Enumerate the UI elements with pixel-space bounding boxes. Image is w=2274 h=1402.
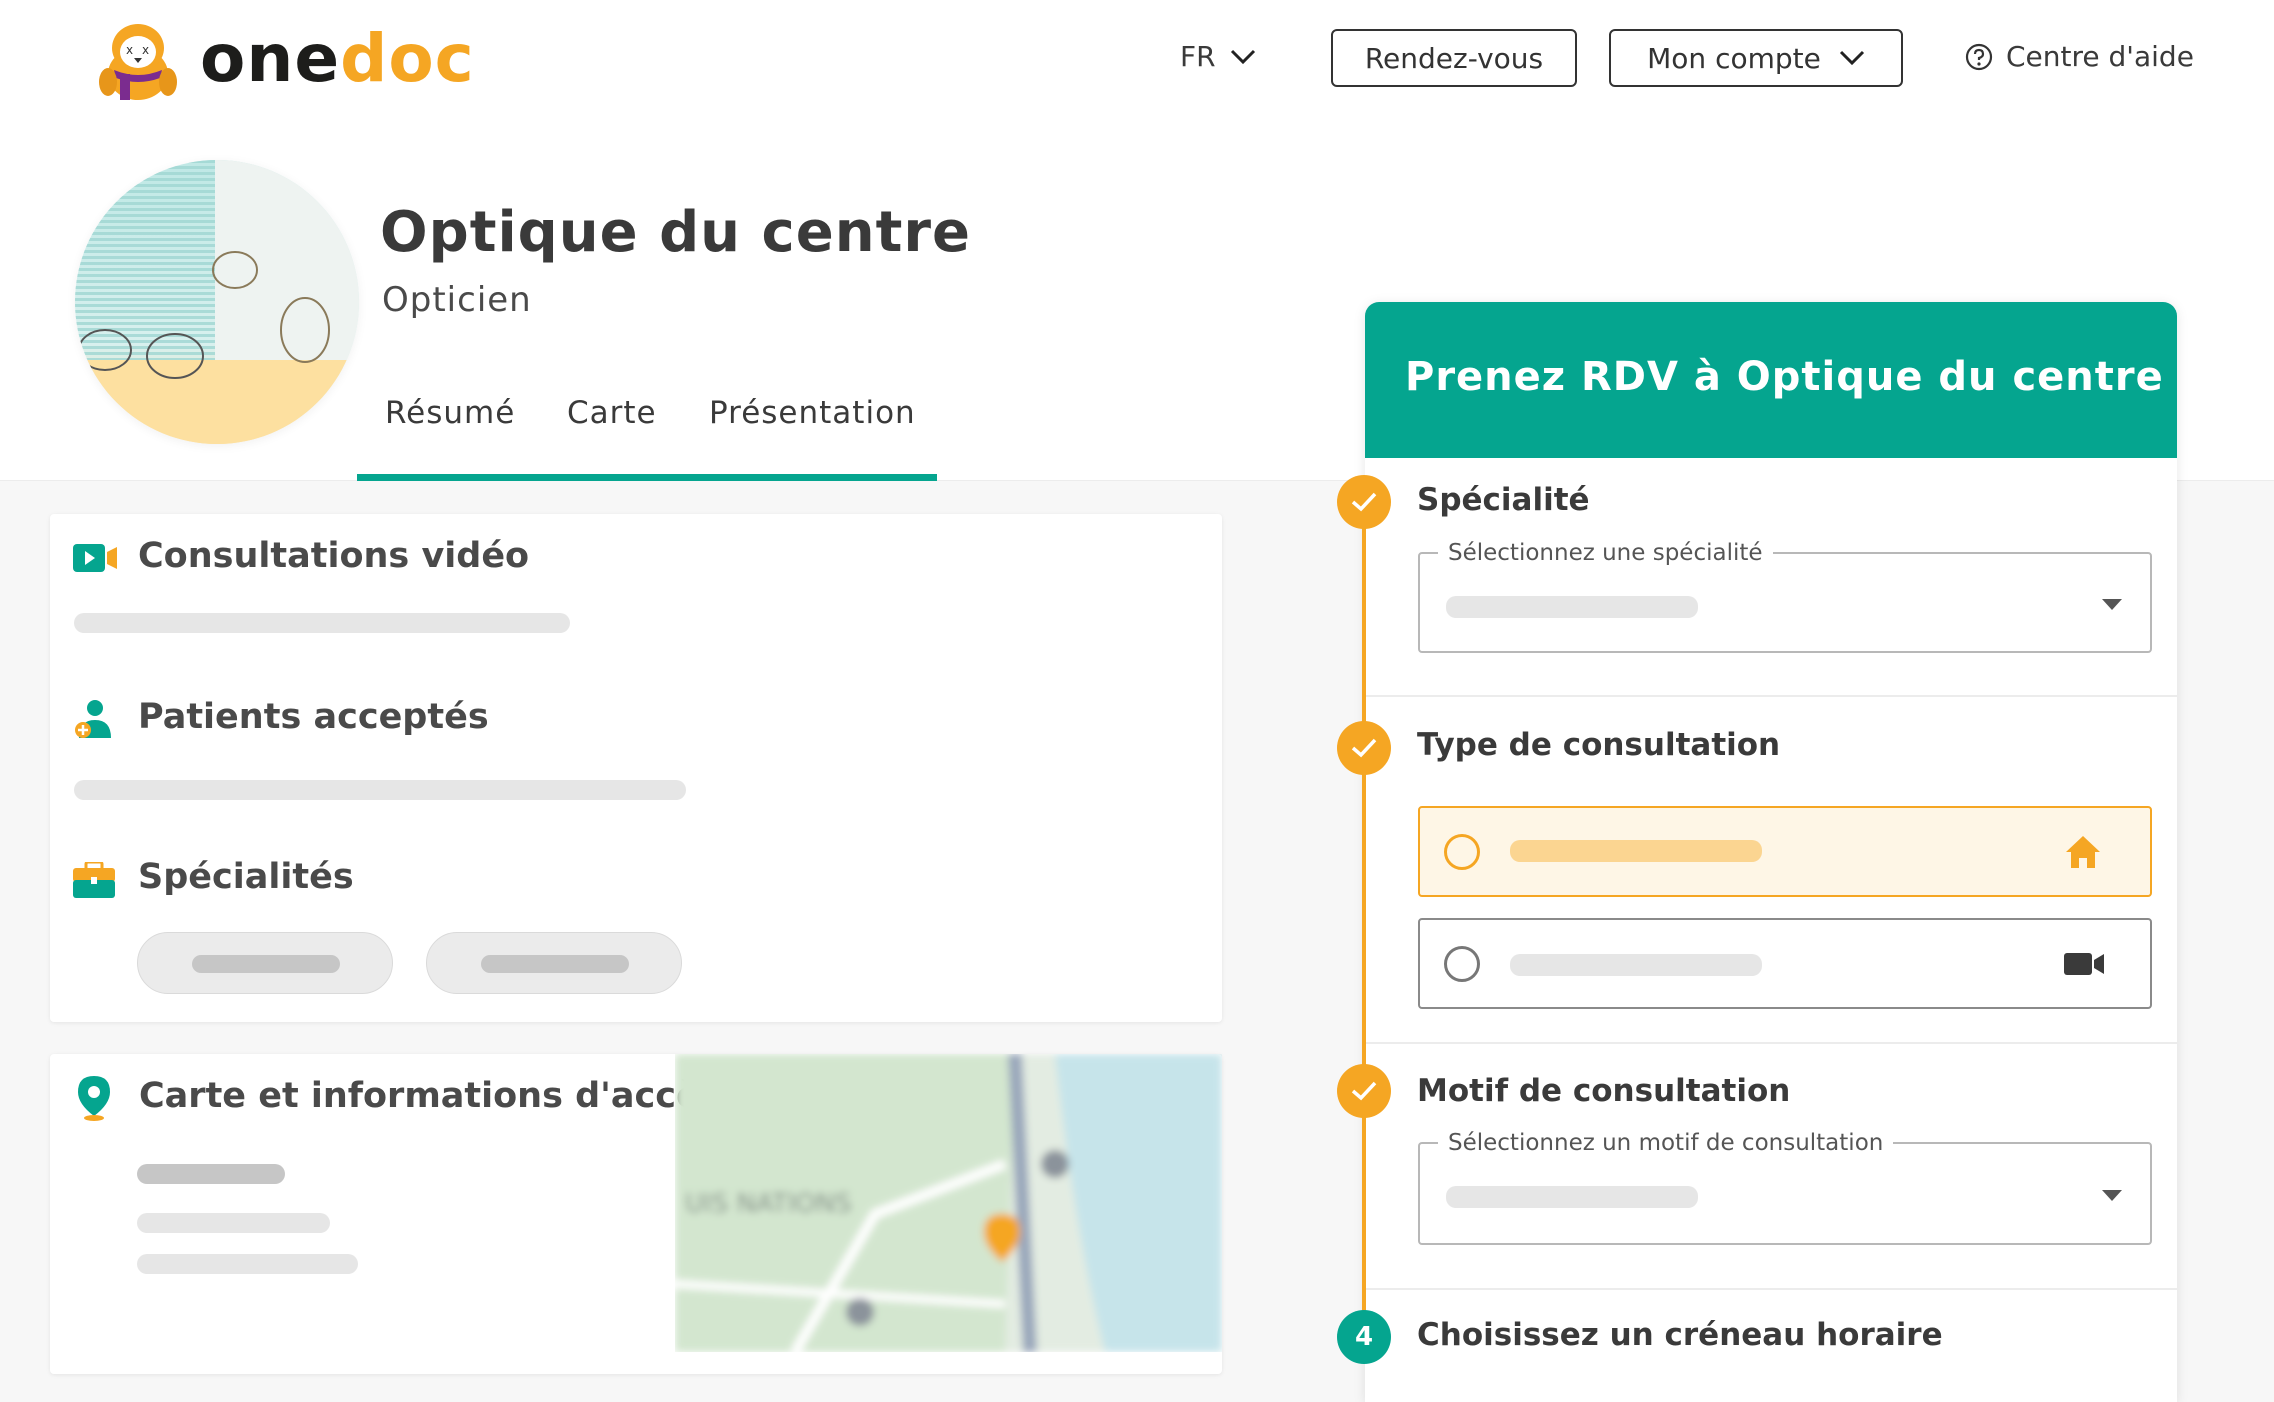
help-circle-icon xyxy=(1965,43,1993,70)
briefcase-icon xyxy=(73,860,115,902)
brand-part-one: one xyxy=(200,20,341,97)
svg-text:x: x xyxy=(142,43,149,57)
check-icon xyxy=(1351,492,1377,512)
brand-part-doc: doc xyxy=(340,20,475,97)
chevron-down-icon xyxy=(1230,49,1255,64)
check-icon xyxy=(1351,1081,1377,1101)
tab-map[interactable]: Carte xyxy=(567,395,657,431)
chevron-down-icon xyxy=(1839,50,1864,66)
page-title: Optique du centre xyxy=(380,200,971,265)
consultation-type-video[interactable] xyxy=(1418,918,2152,1009)
patient-icon xyxy=(73,698,113,744)
address-placeholder-bar xyxy=(137,1213,330,1233)
step1-title: Spécialité xyxy=(1417,482,1590,518)
option-placeholder-bar xyxy=(1510,840,1762,862)
svg-text:UIS NATIONS: UIS NATIONS xyxy=(685,1189,852,1219)
step4-number: 4 xyxy=(1337,1310,1391,1364)
video-camera-icon xyxy=(73,542,117,578)
penguin-mascot-icon: x x xyxy=(99,24,177,100)
specialty-chip[interactable] xyxy=(137,932,393,994)
step3-title: Motif de consultation xyxy=(1417,1073,1791,1109)
select-placeholder-bar xyxy=(1446,1186,1698,1208)
tab-active-indicator xyxy=(357,474,937,481)
video-camera-icon xyxy=(2064,953,2104,975)
language-label: FR xyxy=(1180,40,1216,73)
in-person-radio[interactable] xyxy=(1444,834,1480,870)
step-separator xyxy=(1365,1042,2177,1044)
select-placeholder-bar xyxy=(1446,596,1698,618)
account-button[interactable]: Mon compte xyxy=(1609,29,1903,87)
accepted-patients-title: Patients acceptés xyxy=(138,697,489,737)
consultation-reason-select[interactable]: Sélectionnez un motif de consultation xyxy=(1418,1130,2152,1245)
step3-check xyxy=(1337,1064,1391,1118)
dropdown-arrow-icon xyxy=(2102,1190,2122,1201)
step1-check xyxy=(1337,475,1391,529)
home-icon xyxy=(2066,836,2100,868)
specialty-chip[interactable] xyxy=(426,932,682,994)
steps-progress-line xyxy=(1362,490,1366,1360)
step-separator xyxy=(1365,695,2177,697)
consultation-type-in-person[interactable] xyxy=(1418,806,2152,897)
specialty-select[interactable]: Sélectionnez une spécialité xyxy=(1418,540,2152,653)
profile-category: Opticien xyxy=(382,280,532,320)
address-placeholder-bar xyxy=(137,1164,285,1184)
profile-avatar xyxy=(75,160,359,444)
patients-placeholder-bar xyxy=(74,780,686,800)
brand-wordmark: onedoc xyxy=(200,19,475,99)
booking-panel-title: Prenez RDV à Optique du centre xyxy=(1405,354,2164,400)
brand-logo[interactable]: x x onedoc xyxy=(90,14,474,104)
booking-panel-header: Prenez RDV à Optique du centre xyxy=(1365,302,2177,458)
step2-title: Type de consultation xyxy=(1417,727,1781,763)
language-selector[interactable]: FR xyxy=(1180,40,1256,73)
video-radio[interactable] xyxy=(1444,946,1480,982)
help-center-label: Centre d'aide xyxy=(2006,40,2194,73)
specialty-select-label: Sélectionnez une spécialité xyxy=(1438,540,1773,566)
step4-title: Choisissez un créneau horaire xyxy=(1417,1317,1943,1353)
check-icon xyxy=(1351,738,1377,758)
consultation-reason-select-label: Sélectionnez un motif de consultation xyxy=(1438,1130,1894,1156)
video-placeholder-bar xyxy=(74,613,570,633)
step-separator xyxy=(1365,1288,2177,1290)
help-center-link[interactable]: Centre d'aide xyxy=(1964,40,2194,73)
account-button-label: Mon compte xyxy=(1647,41,1821,75)
tab-summary[interactable]: Résumé xyxy=(385,395,515,431)
tab-presentation[interactable]: Présentation xyxy=(709,395,916,431)
address-placeholder-bar xyxy=(137,1254,358,1274)
video-consultations-title: Consultations vidéo xyxy=(138,536,530,576)
dropdown-arrow-icon xyxy=(2102,599,2122,610)
specialties-title: Spécialités xyxy=(138,857,354,897)
svg-text:x: x xyxy=(126,43,133,57)
map-pin-icon xyxy=(76,1076,112,1126)
map-preview[interactable]: UIS NATIONS xyxy=(675,1054,1222,1352)
step2-check xyxy=(1337,721,1391,775)
appointments-button[interactable]: Rendez-vous xyxy=(1331,29,1577,87)
map-access-title: Carte et informations d'accès xyxy=(139,1076,721,1116)
option-placeholder-bar xyxy=(1510,954,1762,976)
